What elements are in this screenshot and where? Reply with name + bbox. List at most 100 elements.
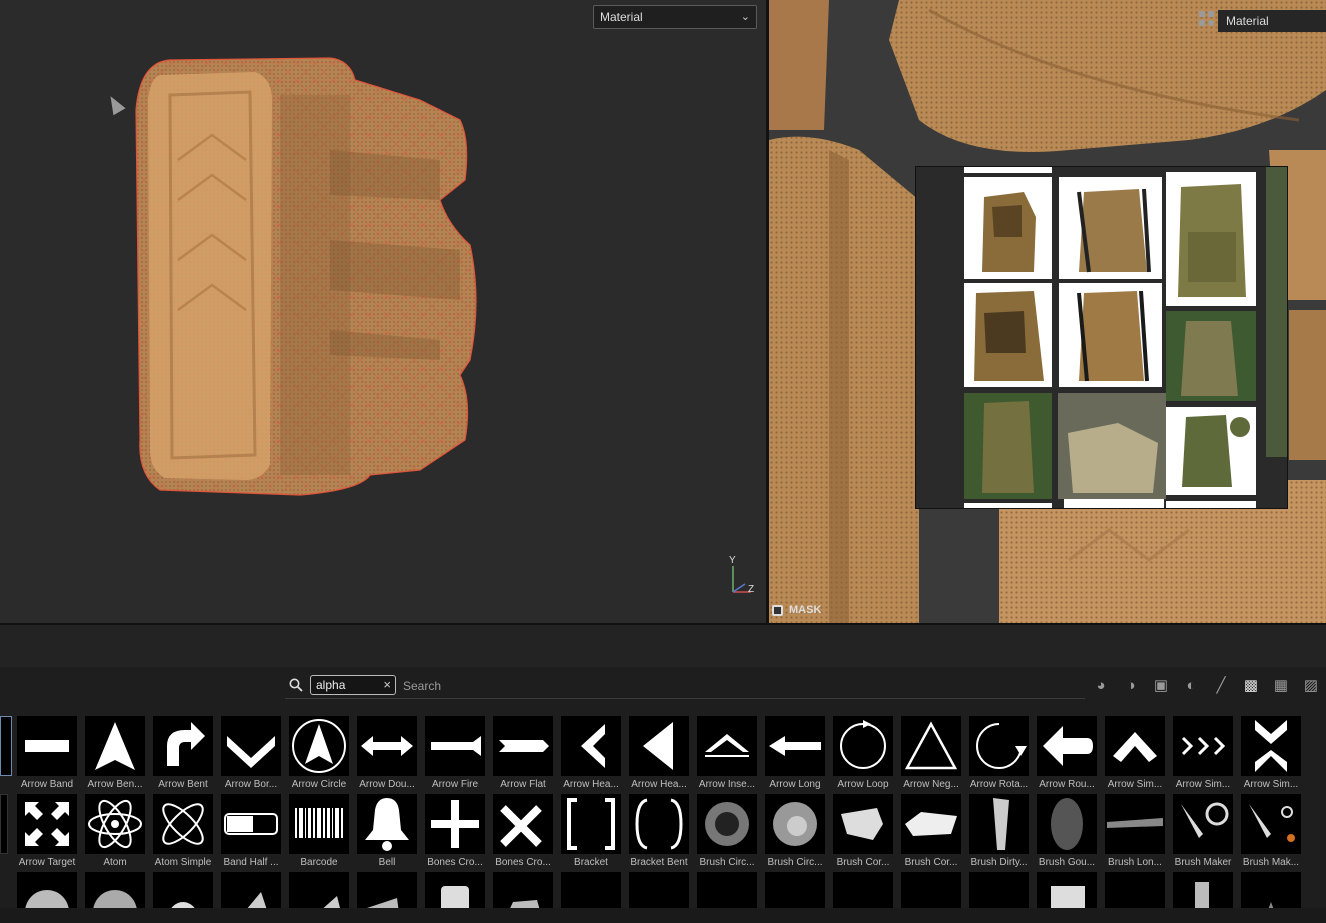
alpha-tile[interactable] <box>1037 872 1097 908</box>
alpha-tile[interactable]: Arrow Circle <box>289 716 349 790</box>
alpha-tile[interactable]: Arrow Rota... <box>969 716 1029 790</box>
alpha-tile[interactable]: Bracket Bent <box>629 794 689 868</box>
alpha-tile[interactable] <box>1241 872 1301 908</box>
alpha-tile[interactable] <box>357 872 417 908</box>
alpha-tile[interactable]: Arrow Fire <box>425 716 485 790</box>
alpha-tile[interactable]: Brush Circ... <box>697 794 757 868</box>
alpha-thumbnail <box>425 872 485 908</box>
alpha-tile-label: Barcode <box>300 857 338 868</box>
alpha-tile[interactable]: Arrow Dou... <box>357 716 417 790</box>
alpha-tile-label: Arrow Loop <box>837 779 889 790</box>
alpha-thumbnail <box>17 794 77 854</box>
material-icon[interactable]: ◕ <box>1092 677 1110 695</box>
alpha-thumbnail <box>221 716 281 776</box>
smart-material-icon[interactable]: ◑ <box>1122 677 1140 695</box>
reference-image <box>1058 393 1166 499</box>
alpha-tile[interactable]: Arrow Loop <box>833 716 893 790</box>
alpha-tile[interactable] <box>289 872 349 908</box>
alpha-thumbnail <box>1105 872 1165 908</box>
alpha-tile[interactable]: Band Half ... <box>221 794 281 868</box>
alpha-tile[interactable] <box>833 872 893 908</box>
alpha-tile[interactable] <box>901 872 961 908</box>
alpha-tile[interactable] <box>85 872 145 908</box>
alpha-tile-label: Bones Cro... <box>495 857 551 868</box>
alpha-thumbnail <box>1173 794 1233 854</box>
alpha-thumbnail <box>17 872 77 908</box>
alpha-tile[interactable]: Arrow Target <box>17 794 77 868</box>
filter-icon[interactable]: ◐ <box>1182 677 1200 695</box>
alpha-tile[interactable]: Atom Simple <box>153 794 213 868</box>
alpha-tile[interactable] <box>765 872 825 908</box>
alpha-tile[interactable]: Barcode <box>289 794 349 868</box>
alpha-tile[interactable]: Brush Lon... <box>1105 794 1165 868</box>
alpha-tile[interactable]: Brush Cor... <box>901 794 961 868</box>
alpha-thumbnail <box>85 716 145 776</box>
alpha-tile[interactable]: Arrow Bor... <box>221 716 281 790</box>
viewport-material-select[interactable]: Material ⌄ <box>593 5 757 29</box>
alpha-thumbnail <box>357 794 417 854</box>
alpha-tile[interactable]: Arrow Neg... <box>901 716 961 790</box>
alpha-tile[interactable] <box>1105 872 1165 908</box>
alpha-tile[interactable]: Arrow Band <box>17 716 77 790</box>
viewport-3d[interactable]: Material ⌄ Y Z <box>0 0 766 623</box>
environment-icon[interactable]: ▨ <box>1302 677 1320 695</box>
uv-tools-icon[interactable] <box>1198 10 1216 28</box>
mask-toggle[interactable]: MASK <box>772 604 821 616</box>
alpha-tile-label: Arrow Long <box>769 779 821 790</box>
alpha-tile[interactable]: Bell <box>357 794 417 868</box>
alpha-icon[interactable]: ▩ <box>1242 677 1260 695</box>
brush-icon[interactable]: ╱ <box>1212 677 1230 695</box>
alpha-tile[interactable] <box>561 872 621 908</box>
alpha-thumbnail <box>561 794 621 854</box>
reference-image-board[interactable] <box>915 166 1288 509</box>
alpha-tile[interactable]: Brush Circ... <box>765 794 825 868</box>
alpha-thumbnail <box>969 872 1029 908</box>
alpha-tile[interactable] <box>1173 872 1233 908</box>
texture-icon[interactable]: ▦ <box>1272 677 1290 695</box>
shelf-filter-icons: ◕ ◑ ▣ ◐ ╱ ▩ ▦ ▨ <box>1092 677 1320 697</box>
alpha-tile[interactable]: Arrow Flat <box>493 716 553 790</box>
alpha-tile[interactable] <box>629 872 689 908</box>
alpha-tile[interactable]: Arrow Long <box>765 716 825 790</box>
alpha-tile-label: Arrow Rou... <box>1039 779 1095 790</box>
alpha-tile[interactable] <box>425 872 485 908</box>
uv-material-label[interactable]: Material <box>1218 10 1326 32</box>
alpha-tile[interactable] <box>153 872 213 908</box>
alpha-tile[interactable]: Arrow Hea... <box>561 716 621 790</box>
alpha-tile[interactable]: Atom <box>85 794 145 868</box>
alpha-tile-label: Bracket <box>574 857 608 868</box>
alpha-tile[interactable]: Arrow Sim... <box>1173 716 1233 790</box>
alpha-tile[interactable] <box>17 872 77 908</box>
alpha-tile-label: Arrow Inse... <box>698 779 756 790</box>
search-filter-tag[interactable]: alpha × <box>310 675 396 695</box>
alpha-tile[interactable]: Brush Dirty... <box>969 794 1029 868</box>
mask-icon[interactable]: ▣ <box>1152 677 1170 695</box>
alpha-tile[interactable] <box>697 872 757 908</box>
alpha-tile-label: Bell <box>378 857 396 868</box>
alpha-tile[interactable] <box>969 872 1029 908</box>
alpha-tile[interactable]: Bracket <box>561 794 621 868</box>
alpha-tile[interactable]: Arrow Hea... <box>629 716 689 790</box>
alpha-tile[interactable]: Arrow Sim... <box>1105 716 1165 790</box>
alpha-tile-label: Bones Cro... <box>427 857 483 868</box>
reference-image <box>964 393 1052 499</box>
alpha-tile[interactable]: Arrow Bent <box>153 716 213 790</box>
alpha-tile[interactable]: Arrow Ben... <box>85 716 145 790</box>
alpha-tile[interactable]: Bones Cro... <box>425 794 485 868</box>
alpha-tile[interactable]: Arrow Rou... <box>1037 716 1097 790</box>
alpha-tile[interactable]: Bones Cro... <box>493 794 553 868</box>
alpha-thumbnail <box>153 872 213 908</box>
alpha-tile[interactable]: Brush Maker <box>1173 794 1233 868</box>
reference-image <box>1166 172 1256 306</box>
alpha-tile[interactable]: Brush Cor... <box>833 794 893 868</box>
reference-image <box>1059 283 1162 387</box>
search-input[interactable] <box>403 677 903 695</box>
alpha-tile[interactable] <box>493 872 553 908</box>
alpha-tile[interactable]: Brush Mak... <box>1241 794 1301 868</box>
alpha-tile[interactable]: Brush Gou... <box>1037 794 1097 868</box>
alpha-row-1: Arrow Band Arrow Ben... Arrow Bent Arrow Bo… <box>0 716 1326 796</box>
close-icon[interactable]: × <box>383 677 391 692</box>
alpha-tile[interactable]: Arrow Sim... <box>1241 716 1301 790</box>
alpha-tile[interactable]: Arrow Inse... <box>697 716 757 790</box>
alpha-tile[interactable] <box>221 872 281 908</box>
